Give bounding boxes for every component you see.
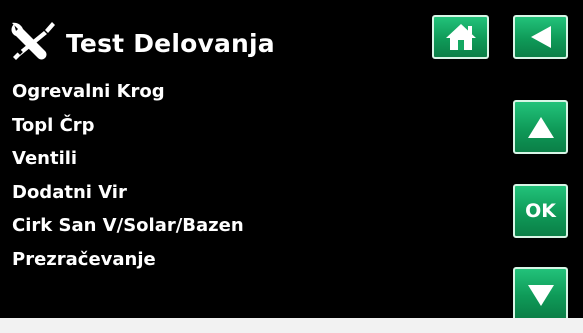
tools-icon	[8, 20, 56, 62]
page-title: Test Delovanja	[66, 29, 275, 58]
menu-item-cirk-san-solar-bazen[interactable]: Cirk San V/Solar/Bazen	[12, 214, 244, 248]
test-menu-list: Ogrevalni Krog Topl Črp Ventili Dodatni …	[12, 80, 244, 281]
scroll-up-button[interactable]	[513, 100, 568, 154]
menu-item-ventili[interactable]: Ventili	[12, 147, 244, 181]
home-button[interactable]	[432, 15, 489, 59]
display-screen: Test Delovanja Ogrevalni Krog Topl Črp V…	[0, 0, 583, 333]
back-button[interactable]	[513, 15, 568, 59]
ok-button[interactable]: OK	[513, 184, 568, 238]
scroll-down-button[interactable]	[513, 267, 568, 318]
arrow-up-icon	[526, 114, 556, 140]
menu-item-dodatni-vir[interactable]: Dodatni Vir	[12, 181, 244, 215]
menu-item-ogrevalni-krog[interactable]: Ogrevalni Krog	[12, 80, 244, 114]
back-arrow-icon	[527, 23, 555, 51]
menu-item-topl-crp[interactable]: Topl Črp	[12, 114, 244, 148]
bottom-bezel	[0, 318, 583, 333]
arrow-down-icon	[526, 281, 556, 307]
home-icon	[443, 21, 479, 53]
menu-item-prezracevanje[interactable]: Prezračevanje	[12, 248, 244, 282]
ok-button-label: OK	[525, 200, 556, 222]
